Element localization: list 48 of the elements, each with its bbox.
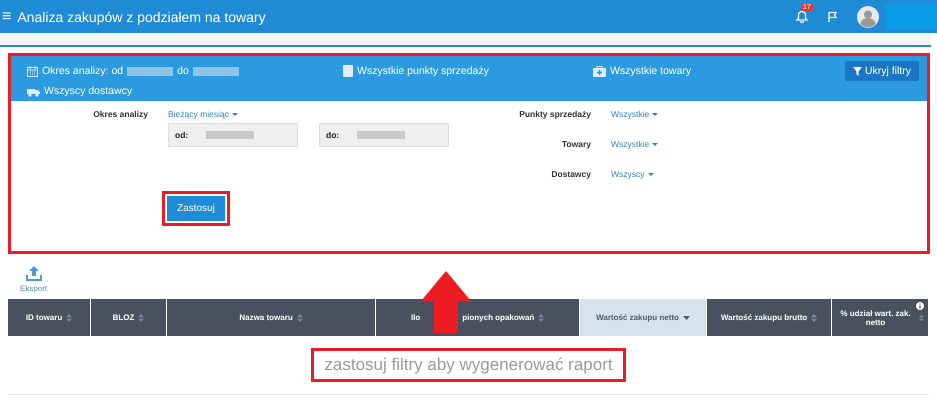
avatar-icon[interactable] [857,6,879,28]
sort-icon [66,314,72,322]
caret-icon [652,142,658,146]
period-dropdown[interactable]: Bieżący miesiąc [168,109,238,119]
column-header[interactable]: ID towaru [8,299,92,336]
period-to-label: do [177,65,189,77]
redacted-date [127,66,174,76]
bell-icon[interactable] [795,10,809,24]
empty-message: zastosuj filtry aby wygenerować raport [311,348,626,382]
filter-label: Punkty sprzedaży [518,109,591,119]
filter-label: Towary [560,139,591,149]
goods-summary: Wszystkie towary [610,65,692,77]
column-header[interactable]: Wartość zakupu netto [580,299,708,336]
column-header[interactable]: Nazwa towaru [166,299,376,336]
points-summary: Wszystkie punkty sprzedaży [357,65,489,77]
filter-dropdown[interactable]: Wszyscy [611,169,654,179]
sort-icon [538,314,544,322]
calendar-icon [27,66,38,76]
column-header[interactable]: BLOZ [91,299,167,336]
date-from-field[interactable]: od: [168,123,298,147]
flag-icon[interactable] [827,10,839,22]
sort-desc-icon [682,316,690,320]
column-header-text: pionych opakowań [462,313,534,322]
column-header[interactable]: Wartość zakupu brutto [707,299,832,336]
date-to-field[interactable]: do: [319,123,449,147]
caret-icon [232,112,238,116]
menu-icon[interactable]: ≡ [2,8,12,26]
period-label: Okres analizy [92,109,148,121]
hide-filters-button[interactable]: Ukryj filtry [844,61,919,81]
filter-dropdown[interactable]: Wszystkie [611,109,658,119]
apply-button[interactable]: Zastosuj [167,196,225,221]
filter-label: Dostawcy [550,169,591,179]
upload-icon [26,266,42,281]
filter-dropdown[interactable]: Wszystkie [611,139,658,149]
column-header[interactable]: % udział wart. zak. netto [832,299,930,336]
caret-icon [652,112,658,116]
sort-icon [811,314,818,322]
sort-icon [138,314,144,322]
sort-icon [296,314,303,322]
filter-icon [852,66,862,76]
redacted-date [192,66,239,76]
page-title: Analiza zakupów z podziałem na towary [17,8,266,24]
period-summary: Okres analizy: od [42,65,124,77]
export-button[interactable]: Eksport [20,266,48,293]
medkit-icon [593,66,606,76]
caret-icon [648,172,654,176]
suppliers-summary: Wszyscy dostawcy [44,85,132,97]
sort-icon [918,314,924,322]
